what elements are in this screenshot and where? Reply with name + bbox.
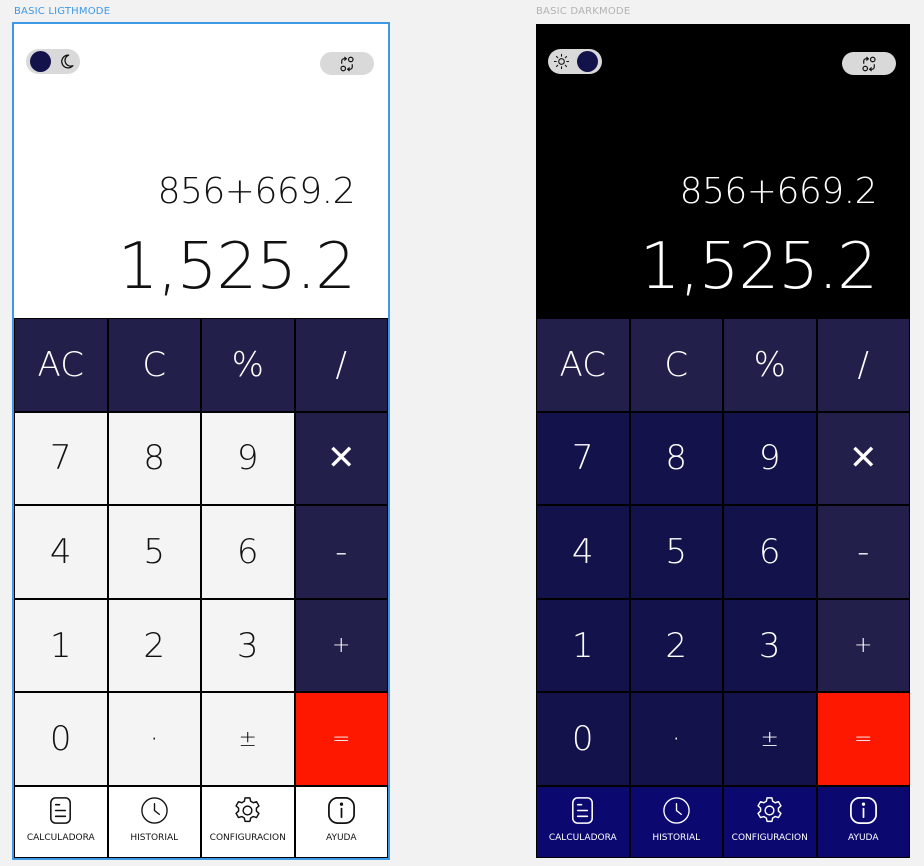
key-minus[interactable]: - [294, 505, 388, 599]
calculator-light-mode: 856+669.2 1,525.2 AC C % / 7 8 9 ✕ 4 5 6… [12, 22, 390, 860]
key-2[interactable]: 2 [107, 598, 201, 693]
sun-icon [553, 53, 570, 70]
keypad: AC C % / 7 8 9 ✕ 4 5 6 - 1 2 3 + 0 · ± = [14, 318, 388, 786]
key-5[interactable]: 5 [107, 505, 201, 599]
tab-help[interactable]: AYUDA [816, 786, 910, 858]
key-plus-minus[interactable]: ± [723, 692, 817, 786]
calculator-dark-mode: 856+669.2 1,525.2 AC C % / 7 8 9 ✕ 4 5 6… [536, 24, 910, 858]
frame-label-light: BASIC LIGTHMODE [14, 6, 111, 17]
tab-label: HISTORIAL [652, 833, 701, 843]
tab-label: CONFIGURACION [731, 833, 808, 843]
result-display: 1,525.2 [117, 230, 356, 304]
key-clear[interactable]: C [629, 318, 723, 412]
key-1[interactable]: 1 [14, 598, 108, 693]
info-icon [849, 797, 877, 824]
toggle-knob [577, 51, 598, 72]
key-minus[interactable]: - [816, 505, 910, 599]
key-3[interactable]: 3 [201, 598, 295, 693]
tab-label: CONFIGURACION [209, 833, 286, 843]
key-7[interactable]: 7 [536, 411, 630, 506]
key-plus-minus[interactable]: ± [201, 692, 295, 786]
expression-display: 856+669.2 [679, 171, 878, 212]
tab-settings[interactable]: CONFIGURACION [201, 786, 295, 858]
tab-history[interactable]: HISTORIAL [629, 786, 723, 858]
moon-icon [61, 54, 74, 69]
key-decimal[interactable]: · [629, 692, 723, 786]
key-multiply[interactable]: ✕ [816, 411, 910, 506]
key-divide[interactable]: / [816, 318, 910, 412]
gear-icon [757, 797, 782, 823]
key-decimal[interactable]: · [107, 692, 201, 786]
key-plus[interactable]: + [294, 598, 388, 693]
tab-settings[interactable]: CONFIGURACION [723, 786, 817, 858]
swap-mode-button[interactable] [320, 52, 374, 75]
tab-label: AYUDA [848, 833, 879, 843]
tab-help[interactable]: AYUDA [294, 786, 388, 858]
key-equals[interactable]: = [816, 692, 910, 786]
gear-icon [235, 797, 260, 823]
clock-icon [662, 797, 690, 824]
key-6[interactable]: 6 [723, 505, 817, 599]
bottom-tab-bar: CALCULADORA HISTORIAL CONFIGURACION AYUD… [14, 786, 388, 858]
swap-mode-button[interactable] [842, 52, 896, 75]
key-divide[interactable]: / [294, 318, 388, 412]
theme-toggle[interactable] [26, 49, 80, 74]
tab-label: CALCULADORA [548, 833, 617, 843]
key-0[interactable]: 0 [14, 692, 108, 786]
frame-label-dark: BASIC DARKMODE [536, 6, 631, 17]
key-plus[interactable]: + [816, 598, 910, 693]
tab-label: AYUDA [326, 833, 357, 843]
key-equals[interactable]: = [294, 692, 388, 786]
bottom-tab-bar: CALCULADORA HISTORIAL CONFIGURACION AYUD… [536, 786, 910, 858]
key-1[interactable]: 1 [536, 598, 630, 693]
key-clear[interactable]: C [107, 318, 201, 412]
key-6[interactable]: 6 [201, 505, 295, 599]
key-4[interactable]: 4 [14, 505, 108, 599]
keypad: AC C % / 7 8 9 ✕ 4 5 6 - 1 2 3 + 0 · ± = [536, 318, 910, 786]
key-2[interactable]: 2 [629, 598, 723, 693]
key-7[interactable]: 7 [14, 411, 108, 506]
key-9[interactable]: 9 [723, 411, 817, 506]
key-ac[interactable]: AC [536, 318, 630, 412]
swap-icon [340, 56, 354, 71]
info-icon [327, 797, 355, 824]
key-8[interactable]: 8 [629, 411, 723, 506]
theme-toggle[interactable] [548, 49, 602, 74]
tab-calculator[interactable]: CALCULADORA [14, 786, 108, 858]
document-icon [572, 797, 594, 824]
result-display: 1,525.2 [639, 230, 878, 304]
key-9[interactable]: 9 [201, 411, 295, 506]
key-3[interactable]: 3 [723, 598, 817, 693]
tab-history[interactable]: HISTORIAL [107, 786, 201, 858]
key-8[interactable]: 8 [107, 411, 201, 506]
key-4[interactable]: 4 [536, 505, 630, 599]
document-icon [50, 797, 72, 824]
key-0[interactable]: 0 [536, 692, 630, 786]
clock-icon [140, 797, 168, 824]
tab-calculator[interactable]: CALCULADORA [536, 786, 630, 858]
tab-label: CALCULADORA [26, 833, 95, 843]
key-multiply[interactable]: ✕ [294, 411, 388, 506]
toggle-knob [30, 51, 51, 72]
key-percent[interactable]: % [723, 318, 817, 412]
key-5[interactable]: 5 [629, 505, 723, 599]
key-ac[interactable]: AC [14, 318, 108, 412]
key-percent[interactable]: % [201, 318, 295, 412]
tab-label: HISTORIAL [130, 833, 179, 843]
expression-display: 856+669.2 [157, 171, 356, 212]
swap-icon [862, 56, 876, 71]
